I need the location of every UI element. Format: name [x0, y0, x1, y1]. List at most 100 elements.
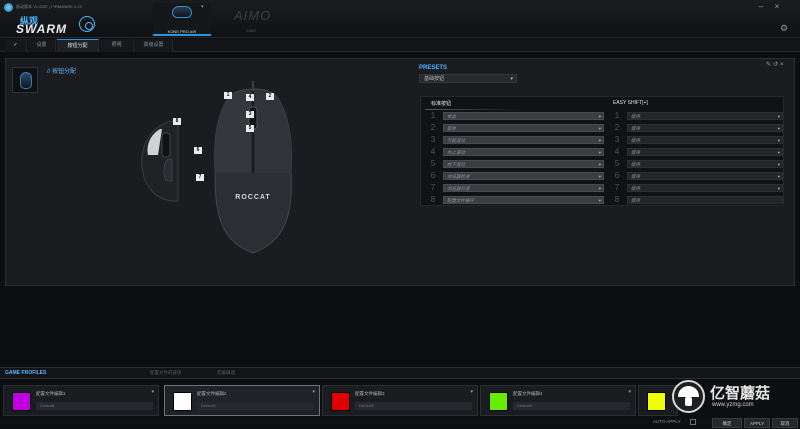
profile-color-swatch[interactable]	[647, 392, 666, 411]
button-binding-select[interactable]: 浏览器前进 ▾	[443, 172, 604, 180]
swarm-logo-inner-icon	[85, 22, 93, 30]
row-number: 6	[430, 171, 436, 180]
chevron-down-icon: ▾	[598, 174, 601, 179]
chevron-down-icon[interactable]: ▾	[470, 389, 473, 395]
chevron-down-icon[interactable]: ▾	[312, 389, 315, 395]
chevron-down-icon: ▾	[598, 126, 601, 131]
button-binding-select[interactable]: 浏览器后退 ▾	[443, 184, 604, 192]
tab-advanced[interactable]: 高级设置	[135, 39, 173, 52]
row-number: 8	[614, 195, 620, 204]
binding-value: 禁用	[631, 114, 640, 119]
button-marker-7[interactable]: 7	[196, 174, 204, 181]
chevron-down-icon: ▾	[777, 138, 780, 143]
device-name: KONE PRO AIR	[167, 29, 197, 34]
chevron-down-icon: ▾	[777, 150, 780, 155]
panel-tool-icons[interactable]: ✎↺×	[766, 61, 786, 68]
button-marker-2[interactable]: 2	[266, 93, 274, 100]
profile-color-swatch[interactable]	[489, 392, 508, 411]
button-marker-3[interactable]: 3	[246, 111, 254, 118]
profile-name: 配置文件编辑1	[36, 391, 66, 396]
auto-apply-checkbox[interactable]	[690, 419, 696, 425]
brand-name-text: SWARM	[16, 22, 67, 36]
device-tab-aimo[interactable]: AIMO	[234, 8, 271, 23]
minimize-icon[interactable]: –	[756, 2, 766, 11]
profile-name: 配置文件编辑2	[197, 391, 227, 396]
easyshift-column-header: EASY SHIFT[+]	[613, 100, 648, 106]
roccat-logo-icon	[4, 3, 13, 12]
confirm-button[interactable]: 确定	[712, 418, 742, 428]
chevron-down-icon: ▾	[598, 162, 601, 167]
chevron-down-icon[interactable]: ▾	[628, 389, 631, 395]
profile-default-field[interactable]: Default2	[197, 402, 314, 410]
tab-button-assignment[interactable]: 按钮分配	[57, 39, 99, 52]
device-dropdown-chevron-icon[interactable]: ▾	[201, 4, 204, 10]
tab-settings[interactable]: 设置	[28, 39, 56, 52]
profile-slot[interactable]: 配置文件编辑3 Default3 ▾	[322, 385, 478, 416]
button-marker-4[interactable]: 4	[246, 94, 254, 101]
tab-macro-editor[interactable]: 宏编辑器	[217, 370, 235, 376]
profile-slot[interactable]: 配置文件编辑4 Default4 ▾	[480, 385, 636, 416]
profile-color-swatch[interactable]	[12, 392, 31, 411]
profile-default-field[interactable]: Default3	[355, 402, 472, 410]
row-number: 1	[614, 111, 620, 120]
mouse-top-view: ROCCAT	[214, 81, 292, 254]
title-bar: 驱动版本 V1.0297 | FIRMWARE 4.10 纵观 SWARM KO…	[0, 0, 800, 38]
button-binding-select[interactable]: 向上滚动 ▾	[443, 148, 604, 156]
binding-value: 禁用	[631, 150, 640, 155]
tab-check[interactable]: ✔	[5, 39, 27, 52]
binding-value: 配置文件循环	[447, 198, 474, 203]
binding-value: 禁用	[631, 162, 640, 167]
watermark: 亿智蘑菇 www.yzmg.com	[672, 380, 788, 416]
chevron-down-icon[interactable]: ▾	[151, 389, 154, 395]
button-binding-select[interactable]: 单击 ▾	[443, 112, 604, 120]
button-marker-1[interactable]: 1	[224, 92, 232, 99]
profile-slot[interactable]: 配置文件编辑2 Default2 ▾	[164, 385, 320, 416]
button-marker-5[interactable]: 5	[246, 125, 254, 132]
close-icon[interactable]: ×	[772, 2, 782, 11]
row-number: 2	[430, 123, 436, 132]
easyshift-binding-select[interactable]: 禁用 ▾	[627, 160, 783, 168]
profile-color-swatch[interactable]	[331, 392, 350, 411]
binding-value: 浏览器前进	[447, 174, 470, 179]
apply-button[interactable]: APPLY	[744, 418, 770, 428]
button-binding-select[interactable]: 万能滚动 ▾	[443, 136, 604, 144]
divider	[425, 109, 525, 110]
button-binding-select[interactable]: 配置文件循环 ▾	[443, 196, 604, 204]
device-aimo-subtitle: AIMO	[246, 28, 257, 33]
tab-lighting[interactable]: 照明	[100, 39, 134, 52]
button-binding-select[interactable]: 向下滚动 ▾	[443, 160, 604, 168]
chevron-down-icon: ▾	[598, 150, 601, 155]
button-marker-6[interactable]: 6	[194, 147, 202, 154]
gear-icon[interactable]: ⚙	[780, 23, 788, 34]
profile-default-field[interactable]: Default1	[36, 402, 153, 410]
easyshift-binding-select[interactable]: 禁用 ▾	[627, 148, 783, 156]
profile-default-field[interactable]: Default4	[513, 402, 630, 410]
chevron-down-icon: ▾	[777, 186, 780, 191]
profile-color-swatch[interactable]	[173, 392, 192, 411]
cancel-button[interactable]: 取消	[772, 418, 798, 428]
profile-slot[interactable]: 配置文件编辑1 Default1 ▾	[3, 385, 159, 416]
row-number: 2	[614, 123, 620, 132]
mouse-logo-text: ROCCAT	[235, 194, 270, 201]
mushroom-icon	[678, 386, 699, 406]
easyshift-binding-select[interactable]: 禁用 ▾	[627, 112, 783, 120]
binding-value: 禁用	[631, 126, 640, 131]
binding-value: 禁用	[631, 186, 640, 191]
easyshift-binding-select[interactable]: 禁用	[627, 196, 783, 204]
chevron-down-icon: ▾	[510, 76, 513, 82]
tab-game-profiles[interactable]: GAME PROFILES	[5, 370, 46, 376]
row-number: 3	[430, 135, 436, 144]
tab-profile-links[interactable]: 配置文件的链接	[150, 370, 182, 376]
easyshift-binding-select[interactable]: 禁用 ▾	[627, 136, 783, 144]
easyshift-binding-select[interactable]: 禁用 ▾	[627, 124, 783, 132]
row-number: 8	[430, 195, 436, 204]
easyshift-binding-select[interactable]: 禁用 ▾	[627, 172, 783, 180]
preset-select[interactable]: 基础按钮 ▾	[419, 74, 517, 83]
binding-value: 单击	[447, 114, 456, 119]
section-title: // 按钮分配	[47, 69, 77, 75]
mouse-side-view	[141, 120, 179, 202]
button-binding-select[interactable]: 菜单 ▾	[443, 124, 604, 132]
easyshift-binding-select[interactable]: 禁用 ▾	[627, 184, 783, 192]
profile-name: 配置文件编辑3	[355, 391, 385, 396]
button-marker-8[interactable]: 8	[173, 118, 181, 125]
